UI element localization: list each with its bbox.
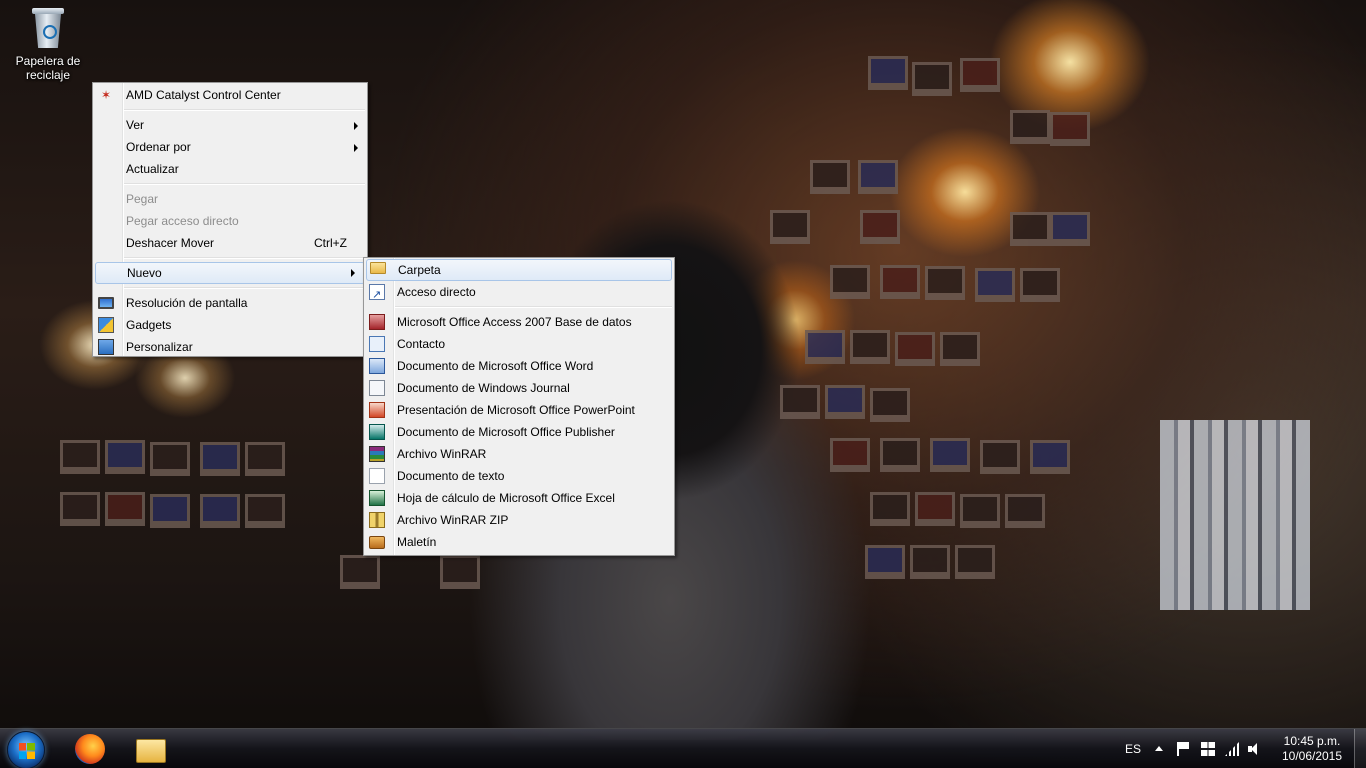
journal-icon xyxy=(369,380,385,396)
submenu-item-maletin[interactable]: Maletín xyxy=(364,531,674,553)
menu-separator xyxy=(124,284,367,292)
submenu-item-powerpoint[interactable]: Presentación de Microsoft Office PowerPo… xyxy=(364,399,674,421)
recycle-bin-shortcut[interactable]: Papelera de reciclaje xyxy=(8,6,88,82)
menu-item-gadgets[interactable]: Gadgets xyxy=(93,314,367,336)
word-icon xyxy=(369,358,385,374)
menu-item-amd-catalyst[interactable]: ✶ AMD Catalyst Control Center xyxy=(93,84,367,106)
winrar-icon xyxy=(369,446,385,462)
clock-time: 10:45 p.m. xyxy=(1283,734,1341,748)
volume-icon[interactable] xyxy=(1248,742,1262,756)
recycle-bin-label: Papelera de reciclaje xyxy=(15,54,81,82)
submenu-item-carpeta[interactable]: Carpeta xyxy=(366,259,672,281)
contact-icon xyxy=(369,336,385,352)
excel-icon xyxy=(369,490,385,506)
windows-tray-icon[interactable] xyxy=(1201,742,1215,756)
gadgets-icon xyxy=(98,317,114,333)
text-document-icon xyxy=(369,468,385,484)
submenu-arrow-icon xyxy=(354,144,358,152)
submenu-arrow-icon xyxy=(351,269,355,277)
desktop-context-menu: ✶ AMD Catalyst Control Center Ver Ordena… xyxy=(92,82,368,357)
action-center-flag-icon[interactable] xyxy=(1177,742,1191,756)
menu-item-actualizar[interactable]: Actualizar xyxy=(93,158,367,180)
submenu-item-excel[interactable]: Hoja de cálculo de Microsoft Office Exce… xyxy=(364,487,674,509)
taskbar: ES 10:45 p.m. 10/06/2015 xyxy=(0,728,1366,768)
menu-item-ver[interactable]: Ver xyxy=(93,114,367,136)
language-indicator[interactable]: ES xyxy=(1125,729,1141,768)
show-desktop-button[interactable] xyxy=(1354,729,1366,768)
menu-item-pegar: Pegar xyxy=(126,192,159,206)
menu-item-personalizar[interactable]: Personalizar xyxy=(93,336,367,358)
submenu-arrow-icon xyxy=(354,122,358,130)
powerpoint-icon xyxy=(369,402,385,418)
menu-item-deshacer-mover[interactable]: Deshacer Mover Ctrl+Z xyxy=(93,232,367,254)
briefcase-icon xyxy=(369,536,385,549)
windows-logo-icon xyxy=(19,743,26,759)
submenu-item-winrar-zip[interactable]: Archivo WinRAR ZIP xyxy=(364,509,674,531)
publisher-icon xyxy=(369,424,385,440)
shortcut-label: Ctrl+Z xyxy=(314,236,347,250)
submenu-item-word[interactable]: Documento de Microsoft Office Word xyxy=(364,355,674,377)
menu-separator xyxy=(124,254,367,262)
access-icon xyxy=(369,314,385,330)
clock[interactable]: 10:45 p.m. 10/06/2015 xyxy=(1272,734,1352,764)
firefox-icon xyxy=(75,734,105,764)
menu-item-pegar-acceso-directo: Pegar acceso directo xyxy=(126,214,239,228)
menu-item-ordenar-por[interactable]: Ordenar por xyxy=(93,136,367,158)
taskbar-explorer-button[interactable] xyxy=(123,731,179,768)
network-signal-icon[interactable] xyxy=(1225,742,1239,756)
recycle-bin-icon xyxy=(30,6,66,50)
amd-icon: ✶ xyxy=(100,88,112,102)
menu-separator xyxy=(124,180,367,188)
submenu-item-winrar[interactable]: Archivo WinRAR xyxy=(364,443,674,465)
start-button[interactable] xyxy=(7,731,45,768)
shortcut-icon xyxy=(369,284,385,306)
submenu-item-publisher[interactable]: Documento de Microsoft Office Publisher xyxy=(364,421,674,443)
submenu-item-documento-de-texto[interactable]: Documento de texto xyxy=(364,465,674,487)
display-icon xyxy=(98,297,114,309)
taskbar-firefox-button[interactable] xyxy=(62,731,118,768)
menu-item-resolucion-de-pantalla[interactable]: Resolución de pantalla xyxy=(93,292,367,314)
zip-icon xyxy=(369,512,385,528)
show-hidden-icons-chevron-icon[interactable] xyxy=(1155,746,1163,751)
submenu-item-access[interactable]: Microsoft Office Access 2007 Base de dat… xyxy=(364,311,674,333)
folder-icon xyxy=(370,262,386,274)
submenu-item-journal[interactable]: Documento de Windows Journal xyxy=(364,377,674,399)
menu-separator xyxy=(124,106,367,114)
wallpaper-papers xyxy=(1160,420,1310,610)
file-explorer-icon xyxy=(136,739,166,763)
personalize-icon xyxy=(98,339,114,355)
new-submenu: Carpeta Acceso directo Microsoft Office … xyxy=(363,257,675,556)
submenu-item-contacto[interactable]: Contacto xyxy=(364,333,674,355)
menu-item-nuevo[interactable]: Nuevo xyxy=(95,262,365,284)
submenu-item-acceso-directo[interactable]: Acceso directo xyxy=(364,281,674,306)
clock-date: 10/06/2015 xyxy=(1281,749,1343,763)
menu-separator xyxy=(395,303,674,311)
